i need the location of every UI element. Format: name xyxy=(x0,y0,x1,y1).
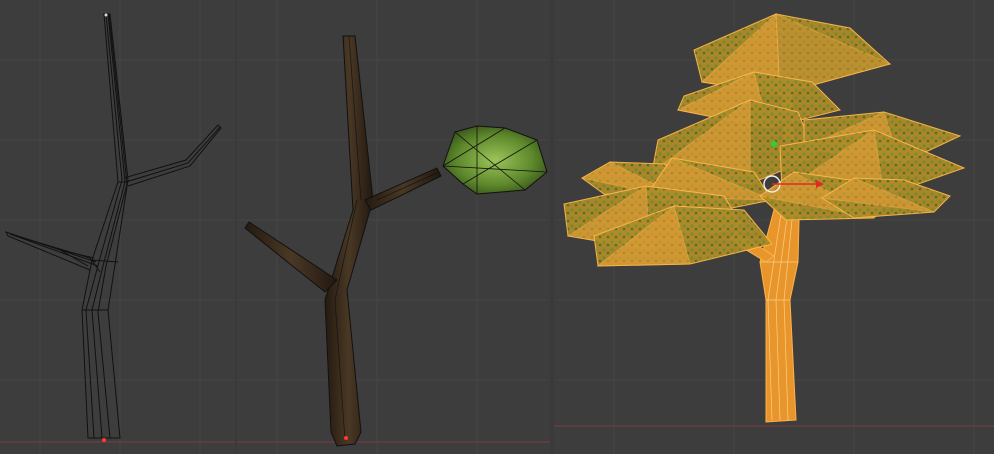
wireframe-trunk-canvas xyxy=(0,0,235,454)
viewport-wireframe-trunk[interactable] xyxy=(0,0,235,454)
viewport-grid xyxy=(0,0,235,454)
3d-viewport-strip[interactable] xyxy=(0,0,994,454)
viewport-selected-tree[interactable] xyxy=(554,0,994,454)
origin-dot xyxy=(344,436,348,440)
y-axis-handle[interactable] xyxy=(771,141,777,147)
top-vertex-dot xyxy=(104,13,108,17)
origin-dot xyxy=(102,438,106,442)
textured-trunk-canvas xyxy=(237,0,550,454)
bark-trunk xyxy=(244,35,442,447)
viewport-textured-trunk[interactable] xyxy=(237,0,550,454)
trunk-wireframe xyxy=(5,13,222,439)
selected-tree-canvas xyxy=(554,0,994,454)
viewport-grid xyxy=(237,0,550,454)
leaf-cluster xyxy=(442,125,548,195)
